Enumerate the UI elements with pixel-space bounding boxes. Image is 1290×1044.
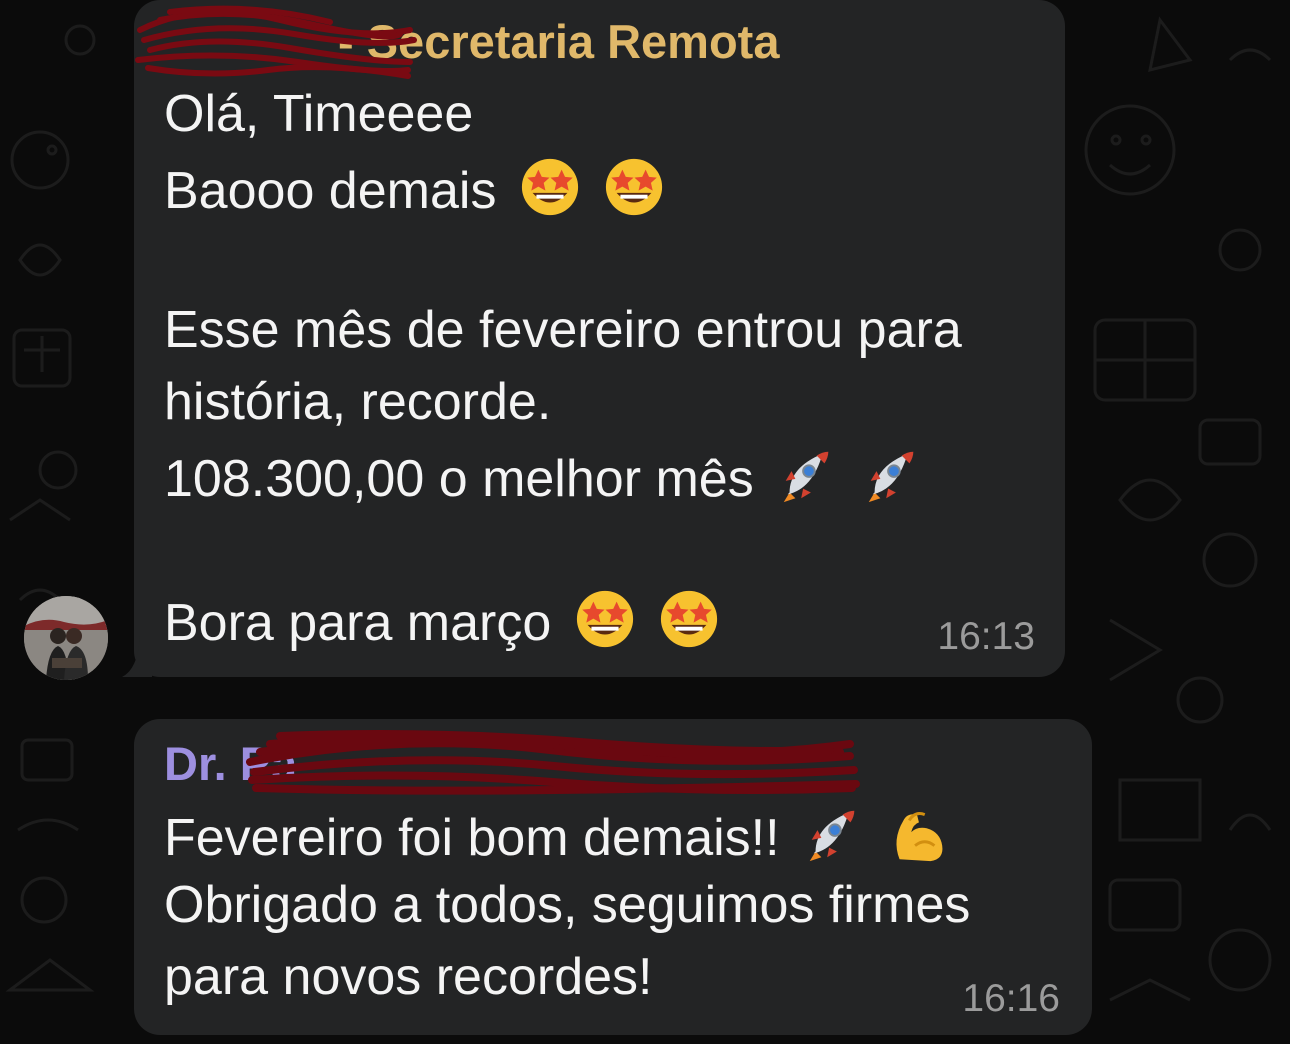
rocket-icon — [868, 451, 913, 503]
avatar[interactable] — [24, 596, 108, 680]
message-time: 16:13 — [937, 615, 1035, 658]
message-line: Olá, Timeeee — [164, 85, 474, 143]
sender-name[interactable]: Dr. Pa — [164, 738, 297, 790]
message-line: história, recorde. — [164, 373, 552, 431]
avatar-photo — [24, 596, 108, 680]
message-time: 16:16 — [962, 977, 1060, 1020]
message-bubble-incoming[interactable]: - Secretaria Remota Olá, Timeeee Baooo d… — [134, 0, 1065, 677]
star-struck-icon — [606, 158, 663, 216]
sender-name[interactable]: - Secretaria Remota — [338, 16, 779, 68]
rocket-icon — [809, 810, 855, 862]
message-line: 108.300,00 o melhor mês — [164, 444, 923, 509]
rocket-icon — [783, 451, 829, 503]
flexed-biceps-icon — [896, 812, 943, 862]
message-line: Obrigado a todos, seguimos firmes — [164, 876, 971, 934]
message-line: Esse mês de fevereiro entrou para — [164, 301, 962, 359]
message-line: Baooo demais — [164, 156, 665, 221]
bubble-tail — [122, 636, 152, 677]
message-line: para novos recordes! — [164, 948, 653, 1006]
star-struck-icon — [576, 590, 633, 648]
star-struck-icon — [521, 158, 578, 216]
star-struck-icon — [661, 590, 718, 648]
message-line: Bora para março — [164, 588, 720, 653]
message-line: Fevereiro foi bom demais!! — [164, 803, 948, 868]
